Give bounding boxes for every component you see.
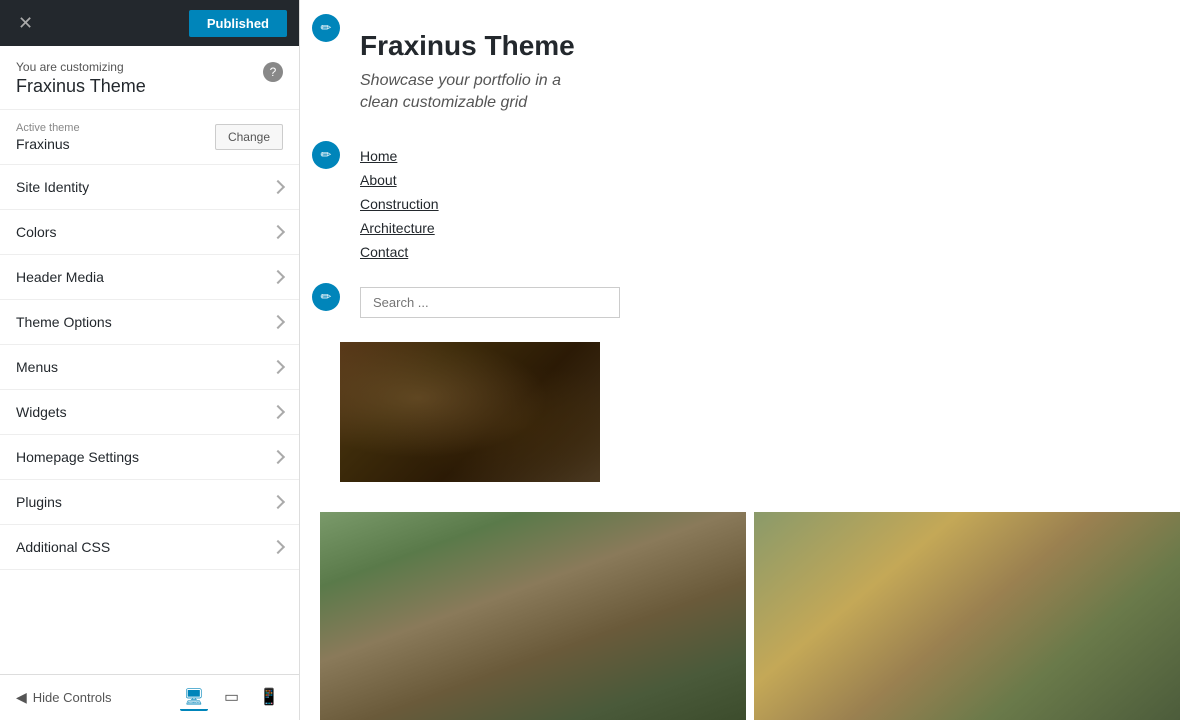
- grid-item-1[interactable]: [320, 512, 746, 720]
- customizing-label: You are customizing: [16, 60, 146, 74]
- nav-section: ✏ HomeAboutConstructionArchitectureConta…: [300, 135, 1200, 273]
- menu-item-site-identity[interactable]: Site Identity: [0, 165, 299, 210]
- chevron-right-icon: [271, 270, 285, 284]
- pencil-icon: ✏: [321, 20, 332, 36]
- nav-link-construction[interactable]: Construction: [360, 193, 439, 215]
- mobile-icon[interactable]: 📱: [255, 685, 283, 711]
- pencil-icon: ✏: [321, 289, 332, 305]
- change-theme-button[interactable]: Change: [215, 124, 283, 150]
- menu-item-label: Homepage Settings: [16, 449, 139, 465]
- menu-item-homepage-settings[interactable]: Homepage Settings: [0, 435, 299, 480]
- active-theme-label: Active theme: [16, 122, 80, 134]
- close-button[interactable]: ✕: [12, 10, 39, 36]
- pencil-icon: ✏: [321, 147, 332, 163]
- edit-search-button[interactable]: ✏: [312, 283, 340, 311]
- menu-item-label: Site Identity: [16, 179, 89, 195]
- active-theme-value: Fraxinus: [16, 136, 80, 152]
- tablet-icon[interactable]: ▭: [220, 685, 243, 711]
- nav-link-about[interactable]: About: [360, 169, 439, 191]
- menu-item-additional-css[interactable]: Additional CSS: [0, 525, 299, 570]
- site-tagline-preview: Showcase your portfolio in a clean custo…: [360, 70, 1160, 115]
- bottom-bar: ◀ Hide Controls 🖥 ▭ 📱: [0, 674, 299, 720]
- device-icons: 🖥 ▭ 📱: [180, 685, 283, 711]
- site-header: ✏ Fraxinus Theme Showcase your portfolio…: [300, 0, 1200, 135]
- nav-links: HomeAboutConstructionArchitectureContact: [360, 145, 439, 263]
- menu-item-label: Menus: [16, 359, 58, 375]
- search-section: ✏: [300, 273, 1200, 332]
- chevron-right-icon: [271, 180, 285, 194]
- menu-item-plugins[interactable]: Plugins: [0, 480, 299, 525]
- chevron-right-icon: [271, 495, 285, 509]
- published-button[interactable]: Published: [189, 10, 287, 37]
- nav-link-architecture[interactable]: Architecture: [360, 217, 439, 239]
- menu-item-label: Theme Options: [16, 314, 112, 330]
- chevron-right-icon: [271, 405, 285, 419]
- menu-item-menus[interactable]: Menus: [0, 345, 299, 390]
- menu-item-theme-options[interactable]: Theme Options: [0, 300, 299, 345]
- desktop-icon[interactable]: 🖥: [180, 685, 208, 711]
- menu-item-label: Header Media: [16, 269, 104, 285]
- chevron-right-icon: [271, 540, 285, 554]
- nav-link-contact[interactable]: Contact: [360, 241, 439, 263]
- active-theme-section: Active theme Fraxinus Change: [0, 110, 299, 165]
- nav-link-home[interactable]: Home: [360, 145, 439, 167]
- top-bar: ✕ Published: [0, 0, 299, 46]
- chevron-right-icon: [271, 225, 285, 239]
- chevron-right-icon: [271, 360, 285, 374]
- edit-header-button[interactable]: ✏: [312, 14, 340, 42]
- site-title-preview: Fraxinus Theme: [360, 30, 1160, 62]
- left-panel: ✕ Published You are customizing Fraxinus…: [0, 0, 300, 720]
- search-input[interactable]: [360, 287, 620, 318]
- chevron-right-icon: [271, 315, 285, 329]
- menu-item-label: Widgets: [16, 404, 67, 420]
- left-arrow-icon: ◀: [16, 689, 27, 706]
- menu-list: Site Identity Colors Header Media Theme Opt…: [0, 165, 299, 674]
- chevron-right-icon: [271, 450, 285, 464]
- hide-controls-label: Hide Controls: [33, 690, 112, 705]
- menu-item-label: Colors: [16, 224, 56, 240]
- menu-item-widgets[interactable]: Widgets: [0, 390, 299, 435]
- preview-panel: ✏ Fraxinus Theme Showcase your portfolio…: [300, 0, 1200, 720]
- menu-item-colors[interactable]: Colors: [0, 210, 299, 255]
- help-icon[interactable]: ?: [263, 62, 283, 82]
- menu-item-label: Plugins: [16, 494, 62, 510]
- customizing-section: You are customizing Fraxinus Theme ?: [0, 46, 299, 110]
- featured-image: [340, 342, 600, 482]
- edit-nav-button[interactable]: ✏: [312, 141, 340, 169]
- hide-controls-button[interactable]: ◀ Hide Controls: [16, 689, 112, 706]
- menu-item-label: Additional CSS: [16, 539, 110, 555]
- theme-name-label: Fraxinus Theme: [16, 76, 146, 97]
- portfolio-grid: [300, 502, 1200, 720]
- menu-item-header-media[interactable]: Header Media: [0, 255, 299, 300]
- grid-item-2[interactable]: [754, 512, 1180, 720]
